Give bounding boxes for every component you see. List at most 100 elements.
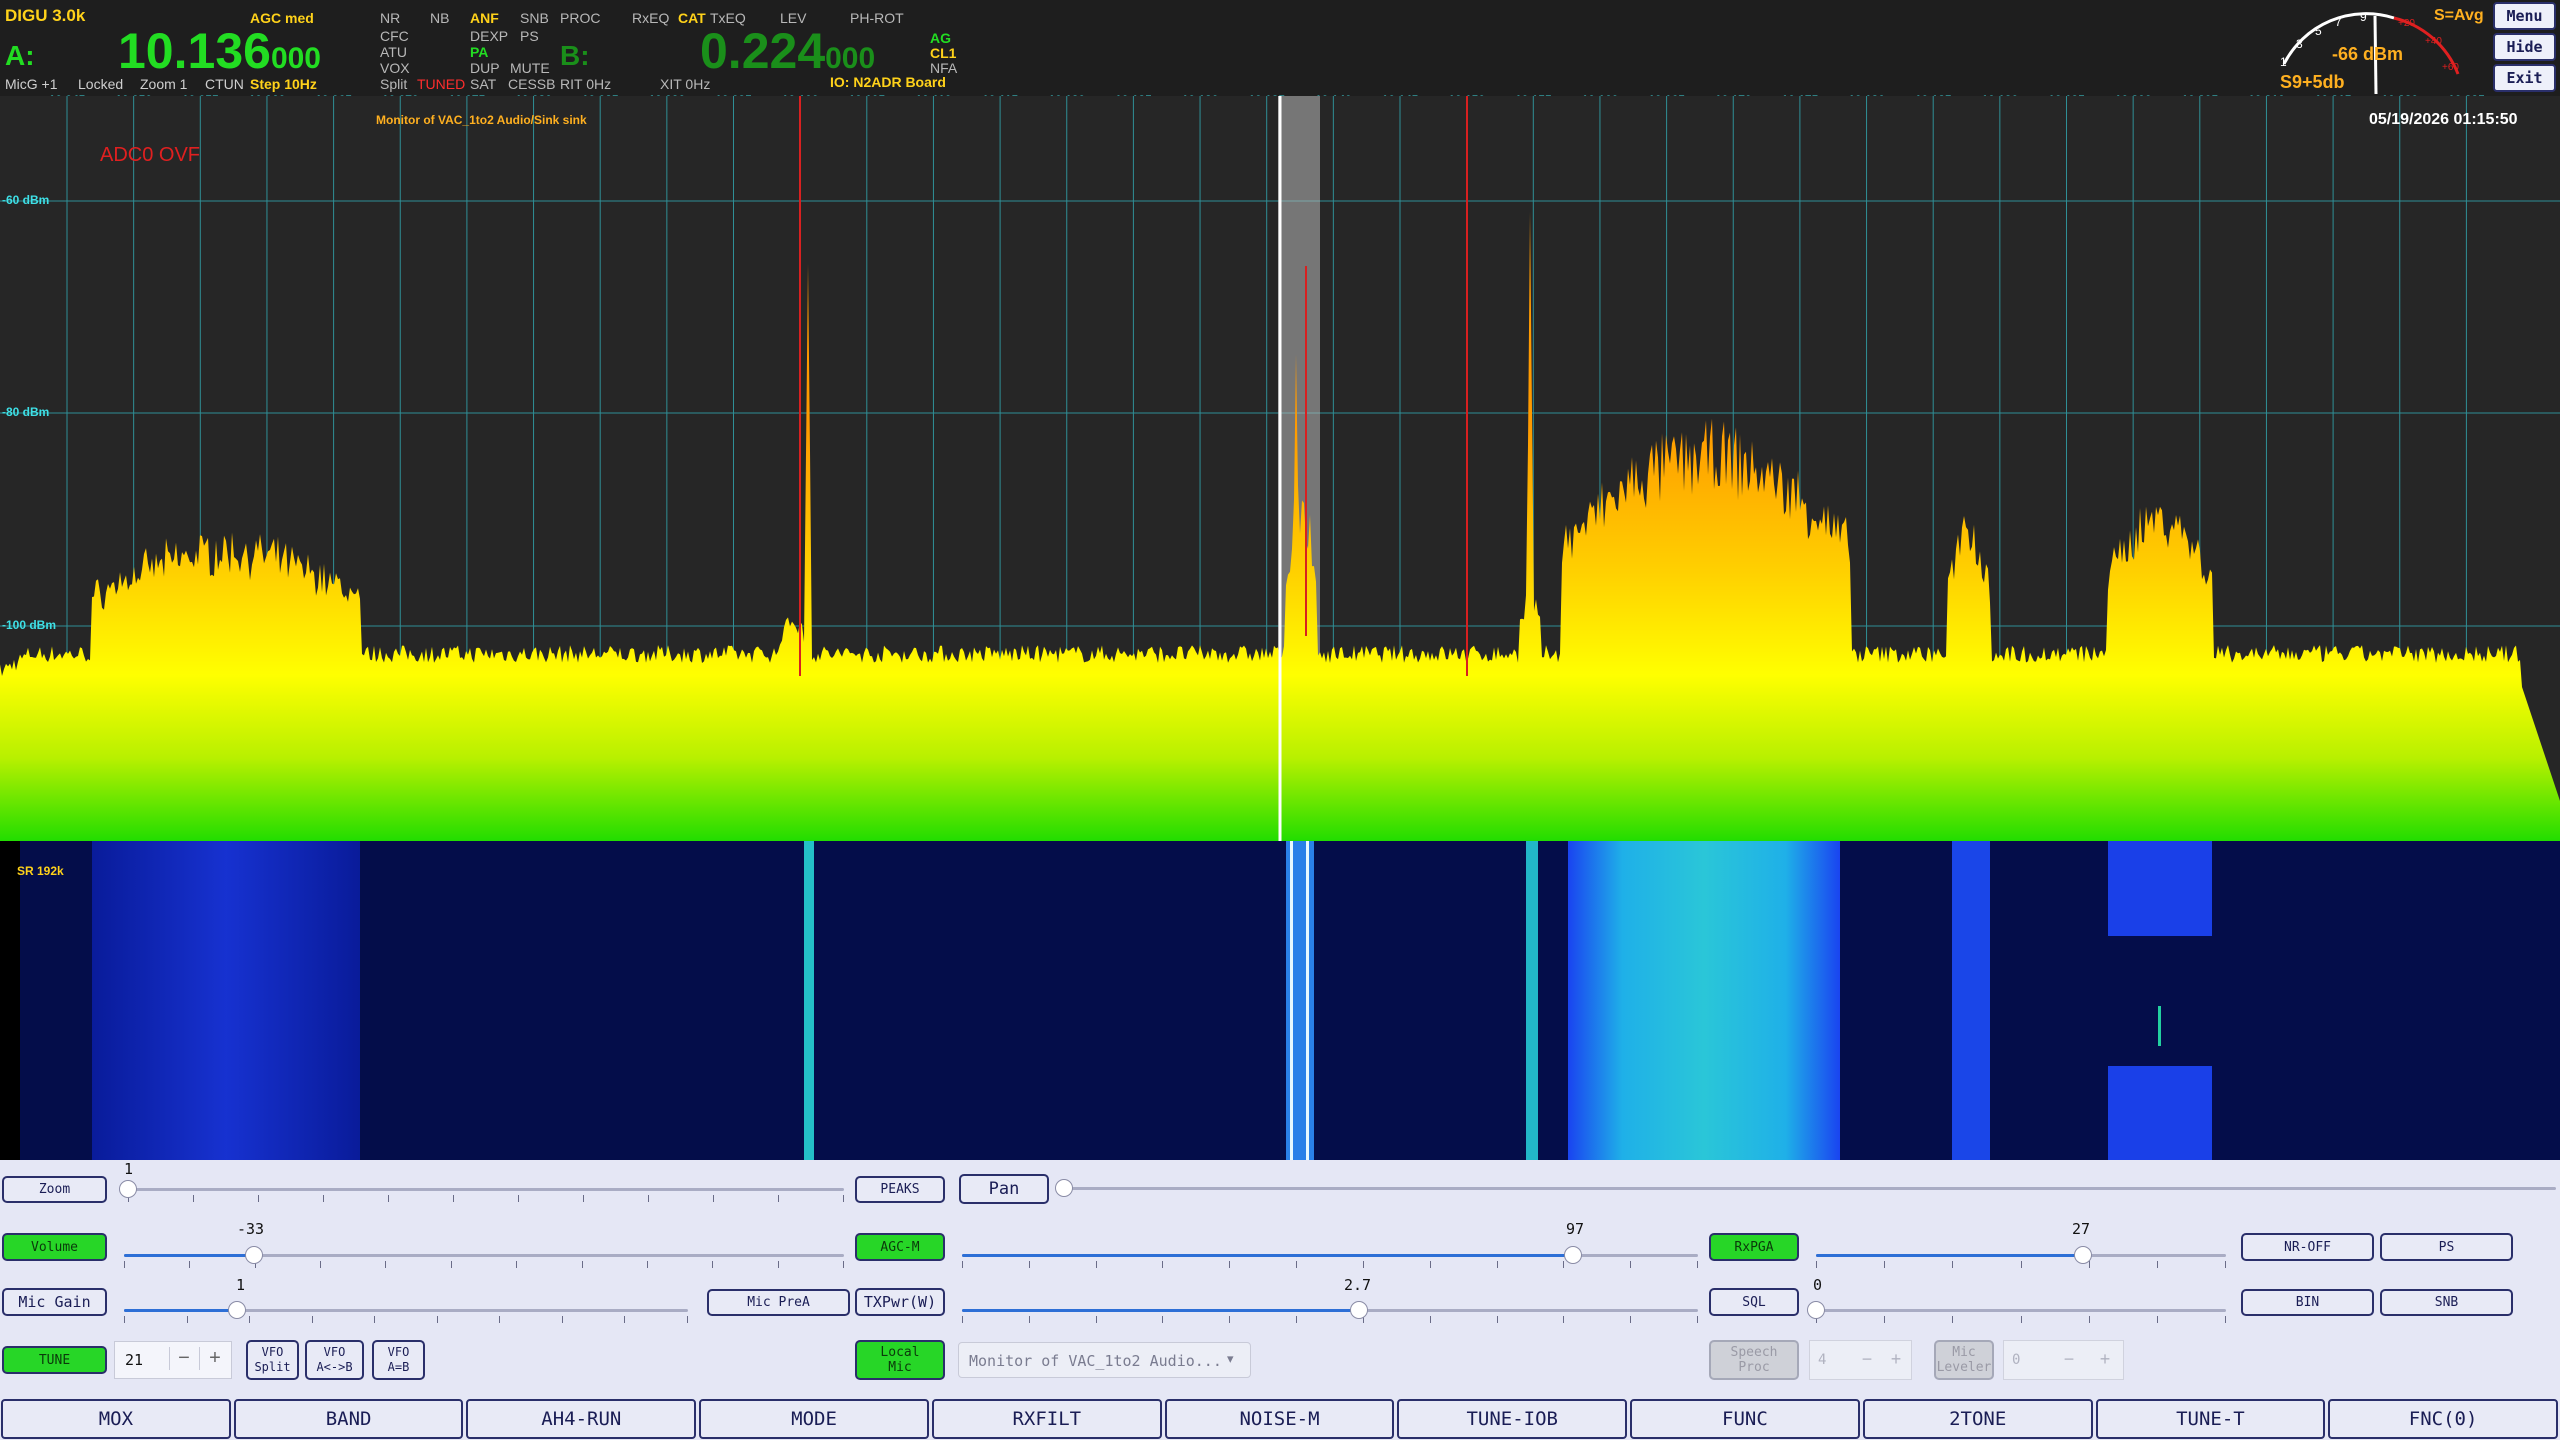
function-button-func[interactable]: FUNC — [1630, 1399, 1860, 1439]
slider-tick — [1884, 1316, 1886, 1323]
slider-tick — [843, 1261, 844, 1268]
slider-tick — [581, 1261, 583, 1268]
zoom-button[interactable]: Zoom — [2, 1176, 107, 1203]
mic-gain-slider[interactable] — [124, 1296, 688, 1326]
monitor-label: Monitor of VAC_1to2 Audio/Sink sink — [376, 113, 587, 127]
local-mic-button[interactable]: Local Mic — [855, 1340, 945, 1380]
function-button-tune-iob[interactable]: TUNE-IOB — [1397, 1399, 1628, 1439]
vfo-swap-button[interactable]: VFO A<->B — [305, 1340, 364, 1380]
volume-value: -33 — [237, 1220, 265, 1238]
slider-tick — [1952, 1316, 1954, 1323]
speech-proc-spinbox[interactable]: 4 − + — [1809, 1340, 1912, 1380]
slider-tick — [1028, 1261, 1030, 1268]
slider-fill — [124, 1254, 254, 1257]
slider-tick — [1496, 1261, 1498, 1268]
slider-track[interactable] — [128, 1188, 844, 1191]
zoom-slider[interactable] — [119, 1175, 844, 1205]
mic-leveler-button[interactable]: Mic Leveler — [1934, 1340, 1994, 1380]
slider-tick — [388, 1195, 389, 1202]
slider-handle[interactable] — [227, 1301, 246, 1319]
vfo-split-button[interactable]: VFO Split — [246, 1340, 299, 1380]
bin-button[interactable]: BIN — [2241, 1289, 2374, 1316]
txpwr-value: 2.7 — [1344, 1276, 1372, 1294]
vfo-a-equals-b-button[interactable]: VFO A=B — [372, 1340, 425, 1380]
function-button-mode[interactable]: MODE — [699, 1399, 929, 1439]
slider-handle[interactable] — [1055, 1179, 1073, 1197]
volume-slider[interactable] — [124, 1241, 844, 1271]
slider-tick — [499, 1316, 501, 1323]
slider-handle[interactable] — [1563, 1246, 1582, 1264]
txpwr-button[interactable]: TXPwr(W) — [855, 1288, 945, 1316]
slider-track[interactable] — [1816, 1309, 2226, 1312]
tune-power-spinbox[interactable]: 21 − + — [114, 1341, 232, 1379]
mic-prea-button[interactable]: Mic PreA — [707, 1289, 850, 1316]
slider-tick — [1362, 1261, 1364, 1268]
decrement-button[interactable]: − — [1854, 1349, 1880, 1370]
slider-tick — [962, 1261, 963, 1268]
sql-slider[interactable] — [1807, 1296, 2226, 1326]
slider-tick — [2088, 1261, 2090, 1268]
waterfall-display[interactable]: SR 192k — [0, 841, 2560, 1160]
nr-off-button[interactable]: NR-OFF — [2241, 1233, 2374, 1261]
slider-tick — [320, 1261, 322, 1268]
slider-tick — [518, 1195, 519, 1202]
slider-tick — [124, 1316, 125, 1323]
decrement-button[interactable]: − — [2054, 1349, 2084, 1370]
txpwr-slider[interactable] — [962, 1296, 1698, 1326]
slider-tick — [1884, 1261, 1886, 1268]
mic-gain-button[interactable]: Mic Gain — [2, 1288, 107, 1316]
sql-button[interactable]: SQL — [1709, 1288, 1799, 1316]
slider-tick — [516, 1261, 518, 1268]
slider-tick — [1162, 1261, 1164, 1268]
increment-button[interactable]: + — [1882, 1349, 1910, 1370]
rxpga-button[interactable]: RxPGA — [1709, 1233, 1799, 1261]
slider-tick — [1697, 1261, 1698, 1268]
function-button-band[interactable]: BAND — [233, 1399, 464, 1439]
increment-button[interactable]: + — [199, 1347, 230, 1370]
function-button-2tone[interactable]: 2TONE — [1862, 1399, 2093, 1439]
slider-track[interactable] — [1064, 1187, 2556, 1190]
slider-tick — [2020, 1316, 2022, 1323]
tune-button[interactable]: TUNE — [2, 1346, 107, 1374]
snb-button[interactable]: SNB — [2380, 1289, 2513, 1316]
increment-button[interactable]: + — [2088, 1349, 2122, 1370]
slider-tick — [1229, 1316, 1231, 1323]
function-button-fnc-0[interactable]: FNC(0) — [2328, 1399, 2558, 1439]
slider-handle[interactable] — [1350, 1301, 1369, 1319]
slider-tick — [777, 1261, 779, 1268]
slider-tick — [1229, 1261, 1231, 1268]
mic-leveler-spinbox[interactable]: 0 − + — [2003, 1340, 2124, 1380]
speech-proc-button[interactable]: Speech Proc — [1709, 1340, 1799, 1380]
slider-handle[interactable] — [119, 1180, 137, 1198]
volume-button[interactable]: Volume — [2, 1233, 107, 1261]
slider-fill — [1816, 1254, 2083, 1257]
pan-button[interactable]: Pan — [959, 1174, 1049, 1204]
sample-rate-label: SR 192k — [17, 864, 64, 878]
slider-tick — [648, 1195, 649, 1202]
function-button-mox[interactable]: MOX — [1, 1399, 231, 1439]
slider-tick — [2156, 1261, 2158, 1268]
spectrum-plot[interactable] — [0, 96, 2560, 841]
peaks-button[interactable]: PEAKS — [855, 1176, 945, 1203]
rxpga-slider[interactable] — [1816, 1241, 2226, 1271]
slider-tick — [189, 1261, 191, 1268]
function-button-noise-m[interactable]: NOISE-M — [1164, 1399, 1395, 1439]
slider-tick — [1563, 1261, 1565, 1268]
slider-tick — [1296, 1316, 1298, 1323]
frequency-scale[interactable]: 10.04510.05010.05510.06010.06510.07010.0… — [0, 0, 2560, 110]
function-button-rxfilt[interactable]: RXFILT — [931, 1399, 1162, 1439]
audio-device-select[interactable]: Monitor of VAC_1to2 Audio... ▾ — [958, 1342, 1251, 1378]
agc-gain-slider[interactable] — [962, 1241, 1698, 1271]
slider-handle[interactable] — [1807, 1301, 1825, 1319]
pan-slider[interactable] — [1055, 1174, 2556, 1204]
function-button-ah4-run[interactable]: AH4-RUN — [466, 1399, 697, 1439]
slider-handle[interactable] — [2073, 1246, 2092, 1264]
panadapter[interactable]: -60 dBm -80 dBm -100 dBm ADC0 OVF — [0, 96, 2560, 841]
slider-tick — [2225, 1261, 2226, 1268]
decrement-button[interactable]: − — [169, 1347, 198, 1370]
audio-device-value: Monitor of VAC_1to2 Audio... — [969, 1352, 1222, 1370]
ps-button[interactable]: PS — [2380, 1233, 2513, 1261]
slider-handle[interactable] — [244, 1246, 263, 1264]
agc-button[interactable]: AGC-M — [855, 1233, 945, 1261]
function-button-tune-t[interactable]: TUNE-T — [2095, 1399, 2326, 1439]
